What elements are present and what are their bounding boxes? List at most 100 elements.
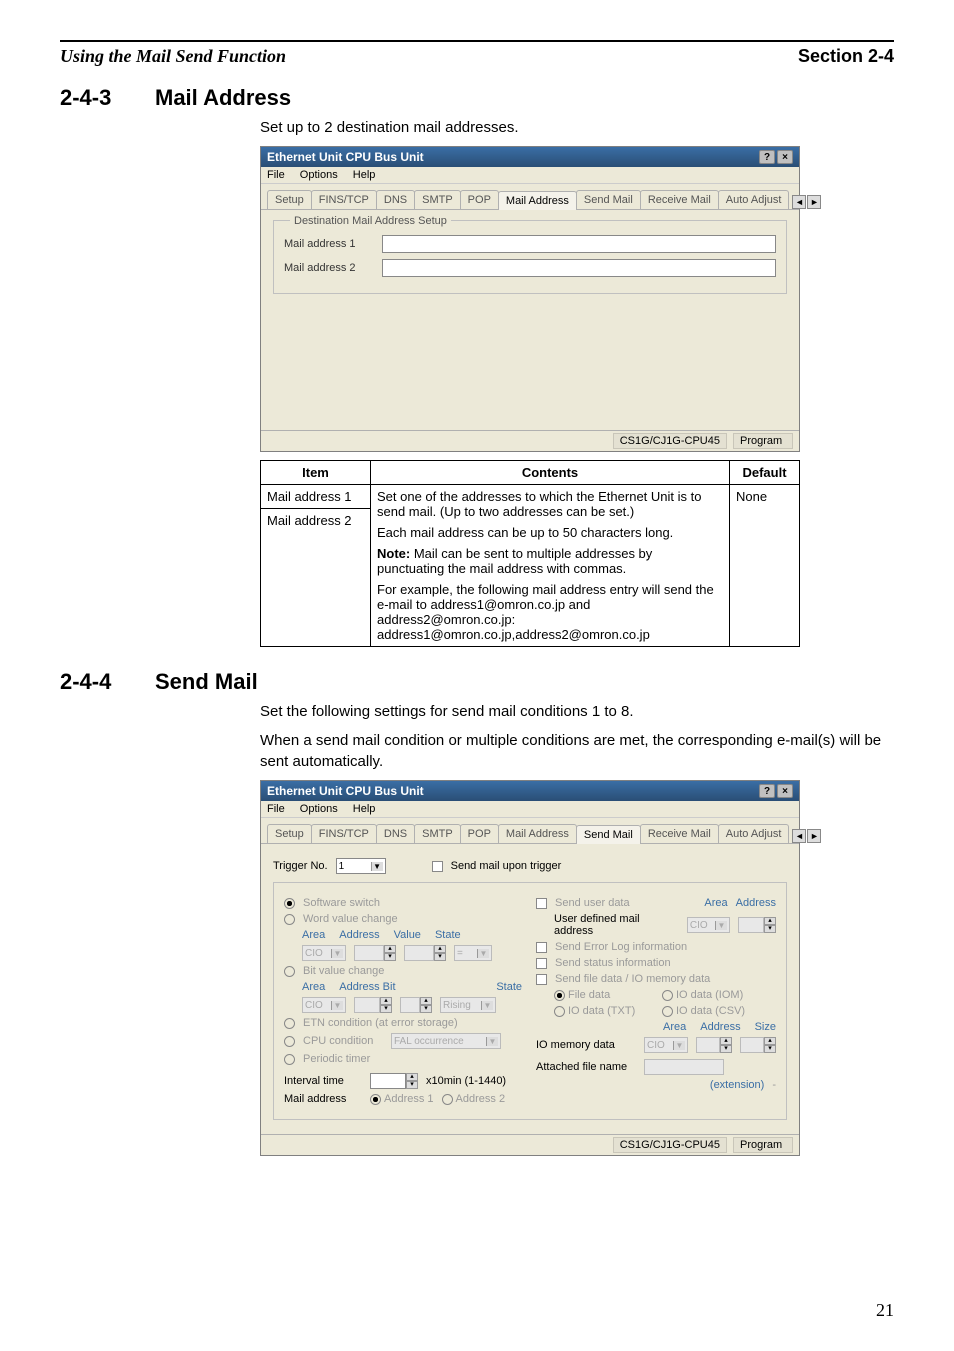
radio-iodata-csv[interactable] (662, 1006, 673, 1017)
radio-software-switch[interactable] (284, 898, 295, 909)
label-mail-address-2: Mail address 2 (284, 262, 374, 274)
contents-p3: Note: Mail can be sent to multiple addre… (377, 546, 723, 576)
radio-iodata-iom[interactable] (662, 990, 673, 1001)
tab-smtp-2[interactable]: SMTP (414, 824, 461, 843)
tab-dns[interactable]: DNS (376, 190, 415, 209)
window-title-bar: Ethernet Unit CPU Bus Unit ? × (261, 147, 799, 167)
label-etn: ETN condition (at error storage) (303, 1017, 458, 1029)
row-trigger: Trigger No. 1▼ Send mail upon trigger (273, 858, 787, 874)
help-icon[interactable]: ? (759, 150, 775, 164)
chevron-down-icon: ▼ (673, 1041, 685, 1050)
section-heading-2: 2-4-4 Send Mail (60, 669, 894, 695)
radio-cpu[interactable] (284, 1036, 295, 1047)
checkbox-errlog[interactable] (536, 942, 547, 953)
input-mail-address-1[interactable] (382, 235, 776, 253)
tab-pop-2[interactable]: POP (460, 824, 499, 843)
radio-mail-addr1[interactable] (370, 1094, 381, 1105)
label-cpu: CPU condition (303, 1035, 383, 1047)
tab-mail-address[interactable]: Mail Address (498, 191, 577, 210)
label-extension: (extension) (710, 1079, 764, 1091)
spin-value-word: ▴▾ (404, 945, 446, 961)
menu-file[interactable]: File (267, 169, 285, 181)
spin-bit: ▴▾ (400, 997, 432, 1013)
input-mail-address-2[interactable] (382, 259, 776, 277)
tab-dns-2[interactable]: DNS (376, 824, 415, 843)
hdr-address: Address (339, 929, 379, 941)
radio-filedata[interactable] (554, 990, 565, 1001)
label-mail-addr2: Address 2 (456, 1093, 506, 1105)
status-mode-2: Program (733, 1137, 793, 1153)
radio-periodic[interactable] (284, 1054, 295, 1065)
checkbox-send-user-data[interactable] (536, 898, 547, 909)
tabs-row: Setup FINS/TCP DNS SMTP POP Mail Address… (261, 184, 799, 210)
hdr-address-bit: Address Bit (339, 981, 395, 993)
tab-scroll-right-icon[interactable]: ► (807, 195, 821, 209)
label-send-user-data: Send user data (555, 897, 630, 909)
select-cpu-condition: FAL occurrence▼ (391, 1033, 501, 1049)
header-right: Section 2-4 (798, 46, 894, 67)
section2-p2: When a send mail condition or multiple c… (260, 730, 894, 772)
label-user-defined-mail: User defined mail address (554, 913, 679, 937)
contents-p4: For example, the following mail address … (377, 582, 723, 627)
menu-options[interactable]: Options (300, 169, 338, 181)
spin-address-bit: ▴▾ (354, 997, 392, 1013)
section-heading-1: 2-4-3 Mail Address (60, 85, 894, 111)
label-periodic: Periodic timer (303, 1053, 370, 1065)
radio-etn[interactable] (284, 1018, 295, 1029)
area-value-2: CIO (305, 1000, 323, 1011)
label-bit-value: Bit value change (303, 965, 384, 977)
close-icon[interactable]: × (777, 784, 793, 798)
label-send-on-trigger: Send mail upon trigger (451, 860, 562, 872)
tab-scroll-left-icon[interactable]: ◄ (792, 829, 806, 843)
hdr-state-2: State (496, 981, 522, 993)
radio-word-value[interactable] (284, 914, 295, 925)
label-interval: Interval time (284, 1075, 362, 1087)
tab-auto-adjust-2[interactable]: Auto Adjust (718, 824, 790, 843)
fieldset-destination: Destination Mail Address Setup Mail addr… (273, 220, 787, 294)
tab-send-mail-2[interactable]: Send Mail (576, 825, 641, 844)
tab-receive-mail-2[interactable]: Receive Mail (640, 824, 719, 843)
row-mail-address-2: Mail address 2 (284, 259, 776, 277)
spin-addr-userdata: ▴▾ (738, 917, 776, 933)
tab-finstcp-2[interactable]: FINS/TCP (311, 824, 377, 843)
checkbox-status[interactable] (536, 958, 547, 969)
radio-mail-addr2[interactable] (442, 1094, 453, 1105)
select-trigger-no[interactable]: 1▼ (336, 858, 386, 874)
tab-auto-adjust[interactable]: Auto Adjust (718, 190, 790, 209)
menu-file-2[interactable]: File (267, 803, 285, 815)
label-mail-address-1: Mail address 1 (284, 238, 374, 250)
fal-value: FAL occurrence (394, 1036, 464, 1047)
label-errlog: Send Error Log information (555, 941, 687, 953)
tab-scroll-right-icon[interactable]: ► (807, 829, 821, 843)
radio-iodata-txt[interactable] (554, 1006, 565, 1017)
window2-title: Ethernet Unit CPU Bus Unit (267, 784, 424, 798)
close-icon[interactable]: × (777, 150, 793, 164)
tab-setup[interactable]: Setup (267, 190, 312, 209)
area-value-r2: CIO (647, 1040, 665, 1051)
label-attached-file: Attached file name (536, 1061, 636, 1073)
tab-body: Destination Mail Address Setup Mail addr… (261, 210, 799, 430)
tab-finstcp[interactable]: FINS/TCP (311, 190, 377, 209)
help-icon[interactable]: ? (759, 784, 775, 798)
extension-value: - (772, 1079, 776, 1091)
tab-scroll-left-icon[interactable]: ◄ (792, 195, 806, 209)
tab-setup-2[interactable]: Setup (267, 824, 312, 843)
label-word-value: Word value change (303, 913, 398, 925)
menu-bar: File Options Help (261, 167, 799, 184)
label-interval-suffix: x10min (1-1440) (426, 1075, 506, 1087)
spin-size-iomem: ▴▾ (740, 1037, 776, 1053)
tab-send-mail[interactable]: Send Mail (576, 190, 641, 209)
menu-help-2[interactable]: Help (353, 803, 376, 815)
tab-smtp[interactable]: SMTP (414, 190, 461, 209)
tab-receive-mail[interactable]: Receive Mail (640, 190, 719, 209)
checkbox-send-on-trigger[interactable] (432, 861, 443, 872)
tab-pop[interactable]: POP (460, 190, 499, 209)
menu-options-2[interactable]: Options (300, 803, 338, 815)
hdr-size: Size (755, 1021, 776, 1033)
section-number-2: 2-4-4 (60, 669, 155, 695)
radio-bit-value[interactable] (284, 966, 295, 977)
menu-help[interactable]: Help (353, 169, 376, 181)
checkbox-filedata[interactable] (536, 974, 547, 985)
tab-mail-address-2[interactable]: Mail Address (498, 824, 577, 843)
spin-interval[interactable]: ▴▾ (370, 1073, 418, 1089)
